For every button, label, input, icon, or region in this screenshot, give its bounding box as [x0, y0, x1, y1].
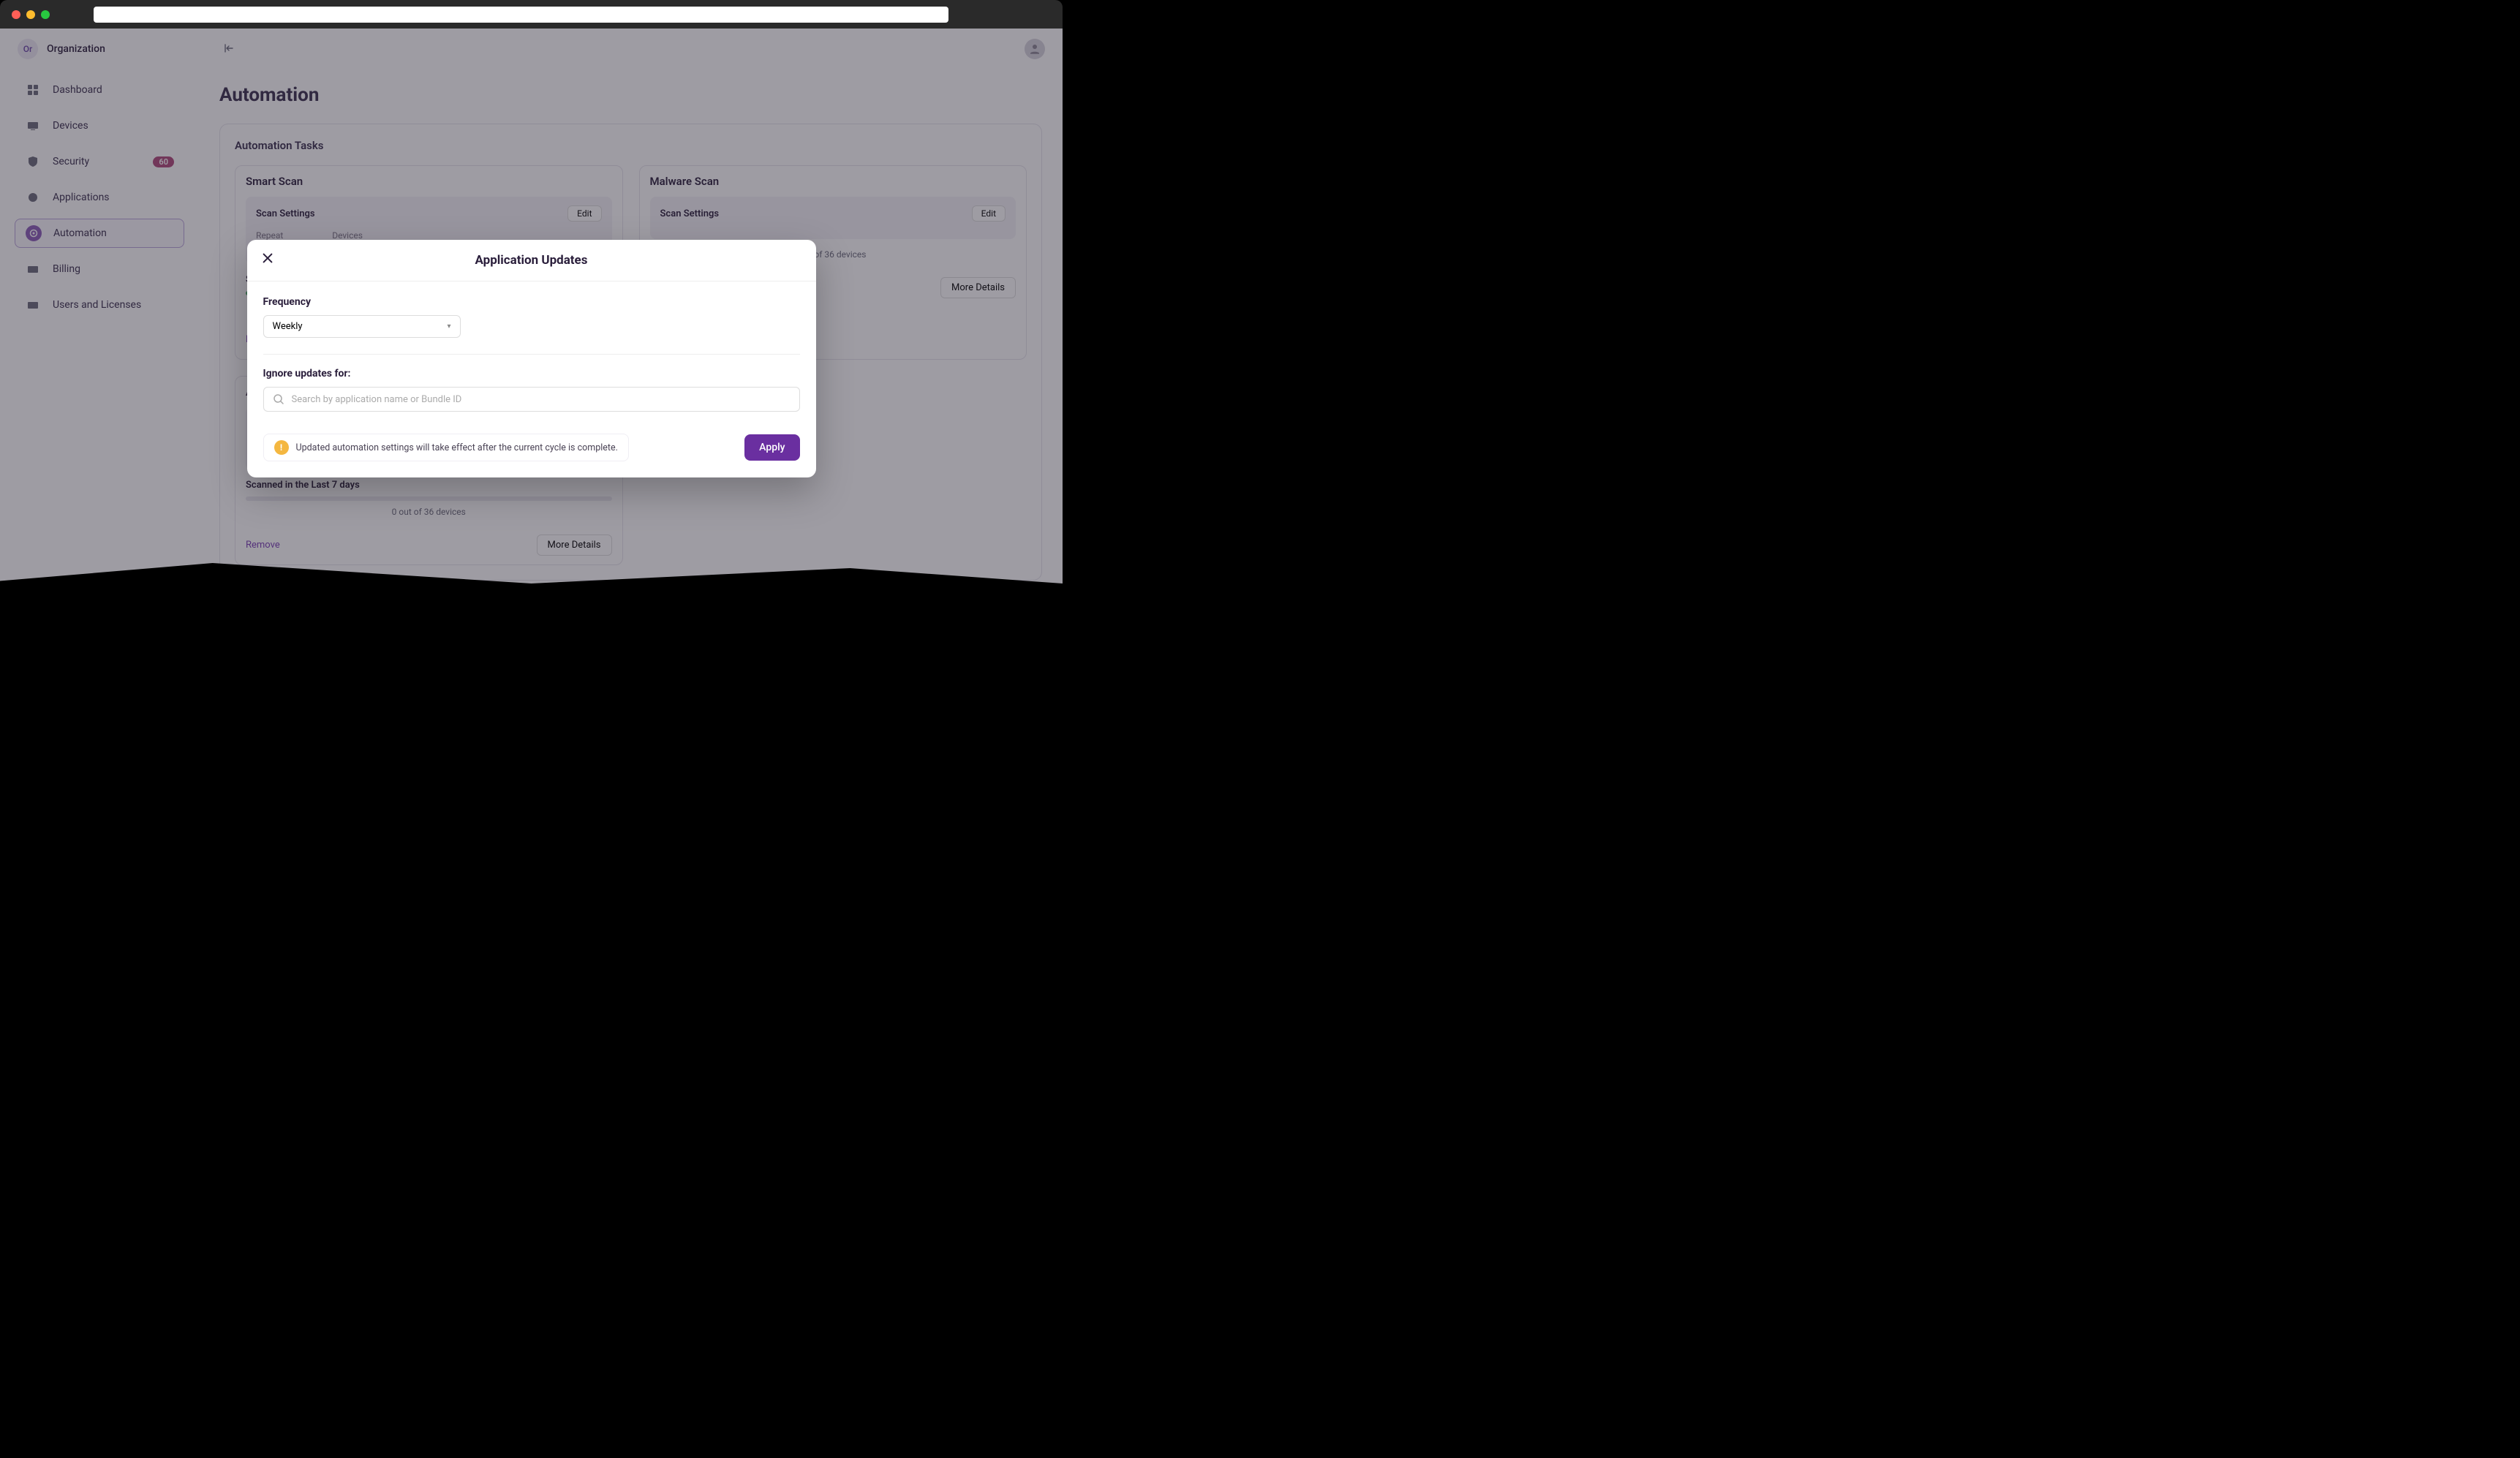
frequency-label: Frequency	[263, 296, 800, 308]
ignore-updates-label: Ignore updates for:	[263, 368, 800, 379]
ignore-search-input[interactable]	[292, 394, 791, 405]
browser-chrome	[0, 0, 1063, 29]
ignore-search-box[interactable]	[263, 387, 800, 412]
url-bar[interactable]	[94, 7, 948, 23]
application-updates-modal: Application Updates Frequency Weekly ▾ I…	[247, 240, 816, 477]
modal-body: Frequency Weekly ▾ Ignore updates for:	[247, 282, 816, 419]
modal-title: Application Updates	[262, 253, 801, 268]
divider	[263, 354, 800, 355]
close-icon[interactable]	[260, 252, 275, 266]
frequency-value: Weekly	[273, 321, 303, 332]
apply-button[interactable]: Apply	[744, 434, 799, 461]
modal-footer: ! Updated automation settings will take …	[247, 419, 816, 477]
maximize-window-icon[interactable]	[41, 10, 50, 19]
info-text: Updated automation settings will take ef…	[296, 442, 618, 453]
traffic-lights	[12, 10, 50, 19]
chevron-down-icon: ▾	[447, 322, 450, 330]
info-icon: !	[274, 440, 289, 455]
minimize-window-icon[interactable]	[26, 10, 35, 19]
modal-header: Application Updates	[247, 240, 816, 282]
search-icon	[273, 393, 284, 405]
close-window-icon[interactable]	[12, 10, 20, 19]
info-message: ! Updated automation settings will take …	[263, 434, 629, 461]
frequency-select[interactable]: Weekly ▾	[263, 315, 461, 338]
